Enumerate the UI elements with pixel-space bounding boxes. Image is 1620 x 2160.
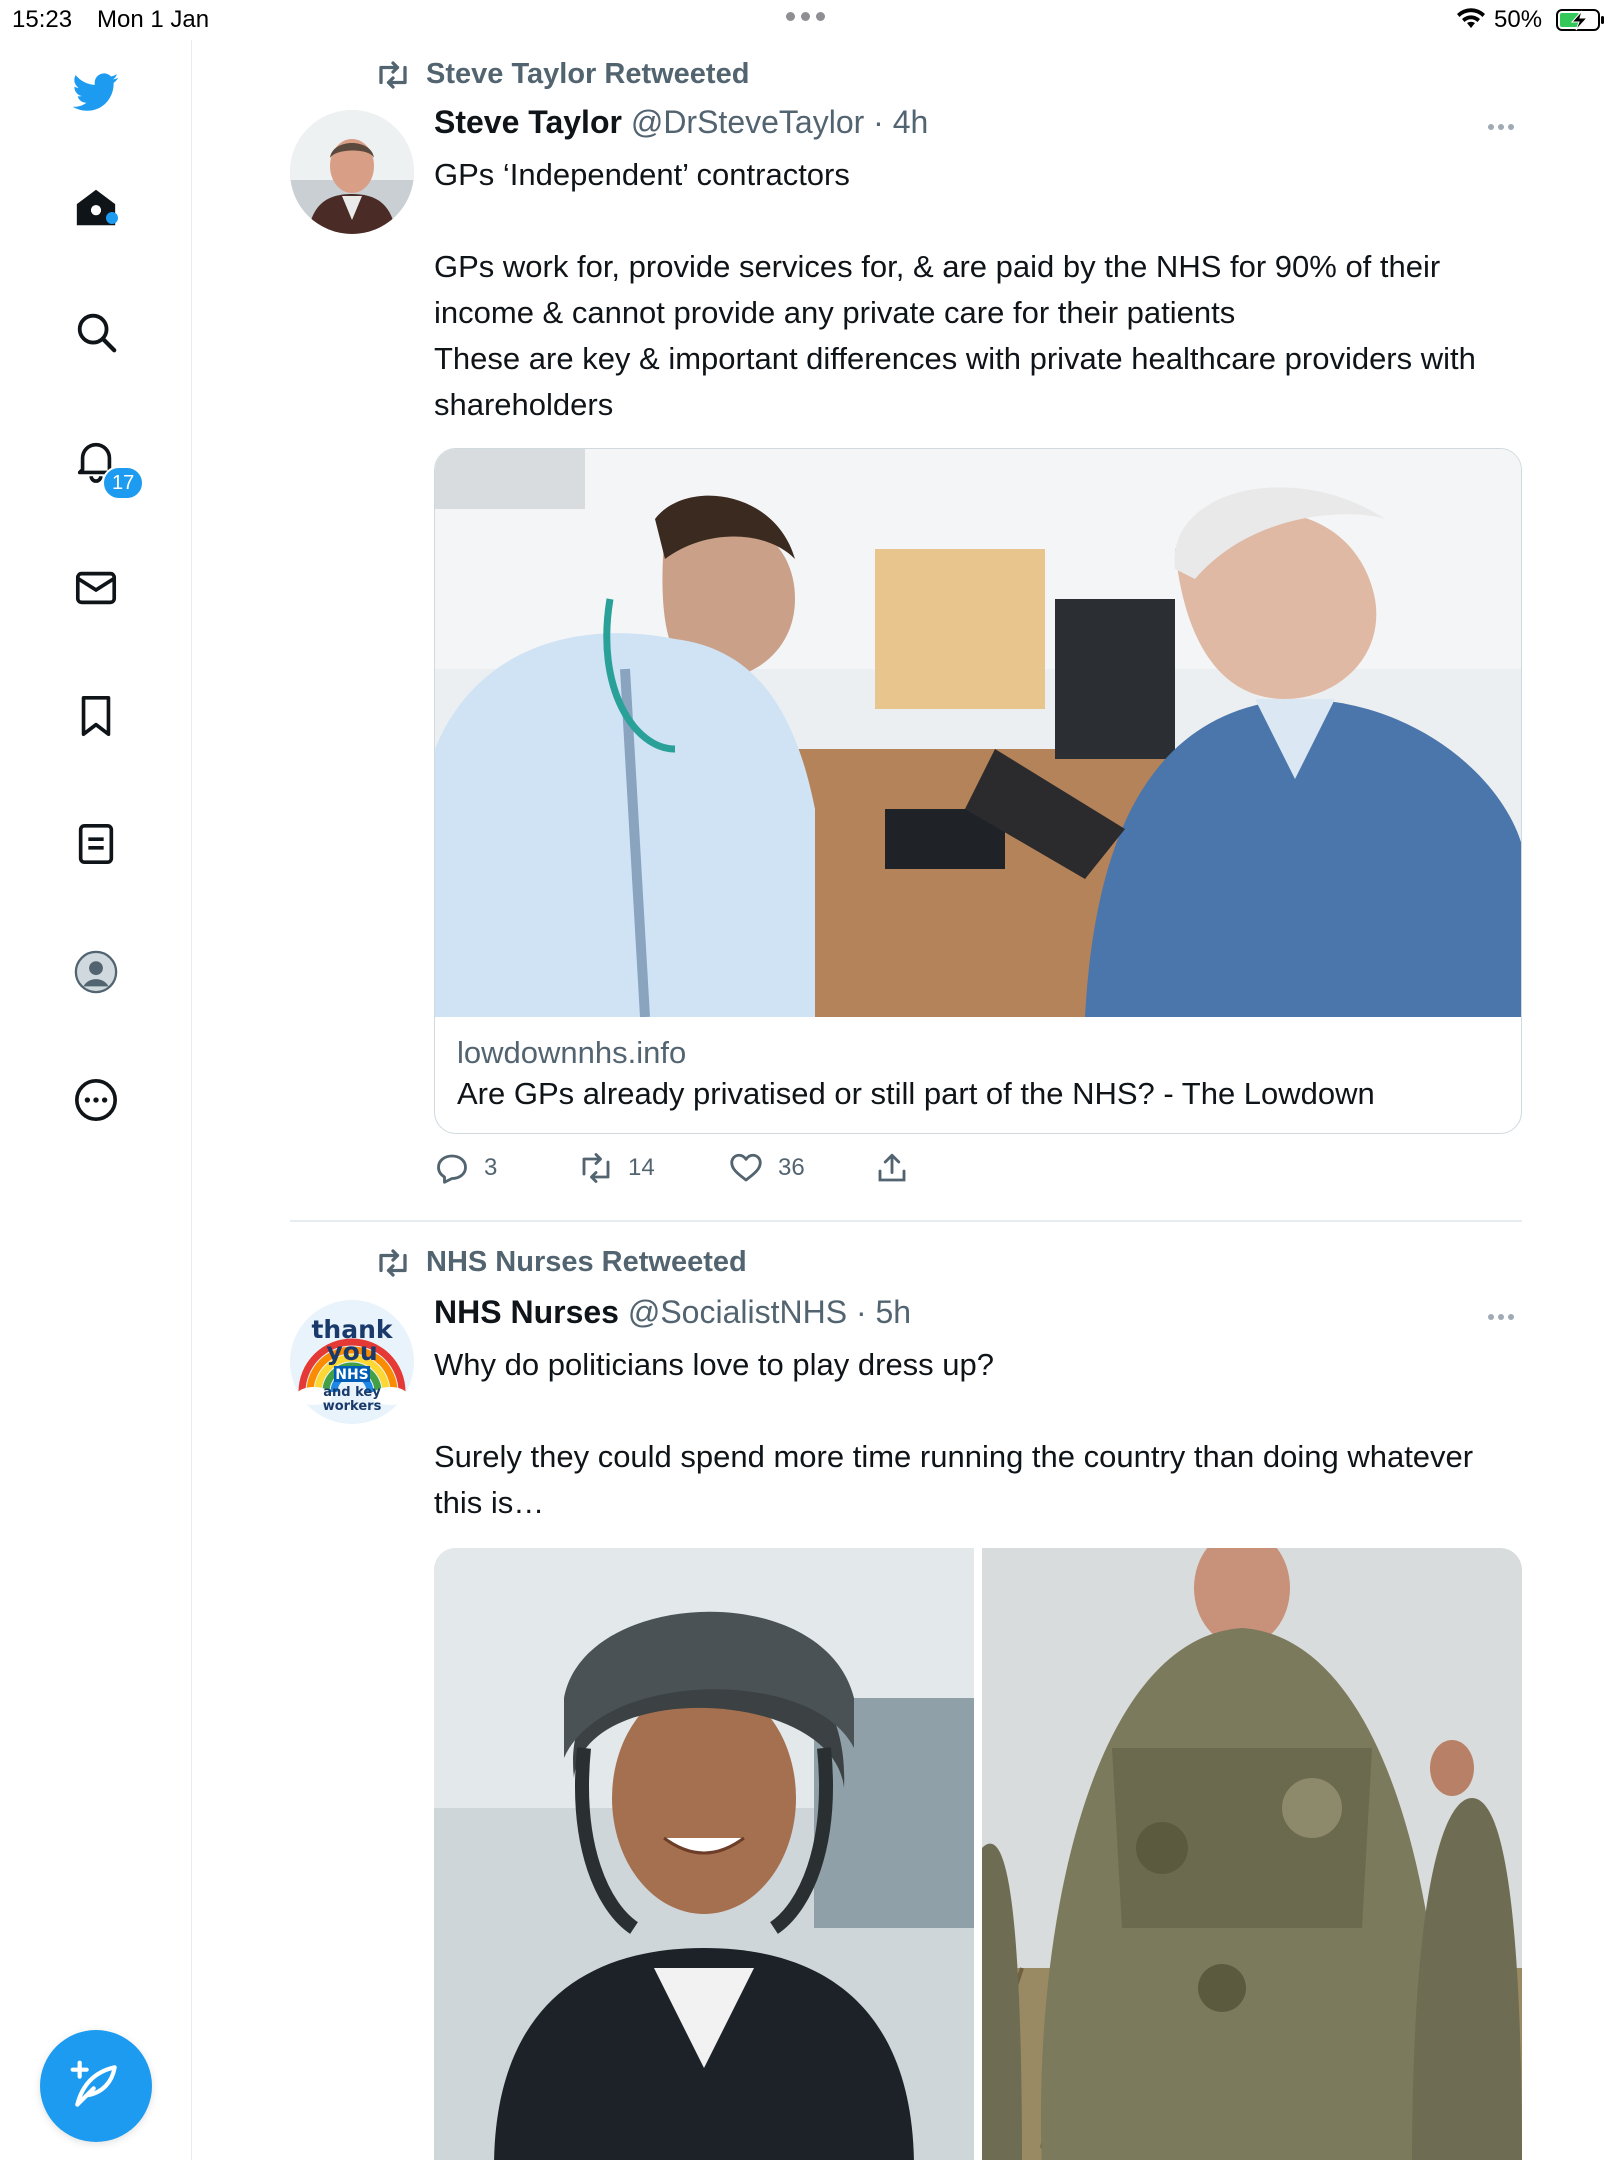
messages-icon[interactable] (66, 558, 126, 618)
tweet[interactable]: NHS Nurses Retweeted thank you NHS and k… (290, 1232, 1522, 2160)
lists-icon[interactable] (66, 814, 126, 874)
tweet-photo[interactable] (434, 1548, 974, 2160)
link-card-title: Are GPs already privatised or still part… (457, 1076, 1375, 1111)
tweet-header: NHS Nurses @SocialistNHS · 5h (434, 1294, 911, 1331)
retweet-button[interactable]: 14 (578, 1150, 655, 1186)
tweet-text: GPs ‘Independent’ contractors GPs work f… (434, 152, 1524, 428)
tweet-time[interactable]: · 4h (873, 104, 928, 140)
status-time: 15:23 (12, 6, 73, 33)
author-name[interactable]: Steve Taylor (434, 104, 622, 140)
share-button[interactable] (874, 1150, 910, 1186)
reply-button[interactable]: 3 (434, 1150, 497, 1186)
like-count: 36 (778, 1154, 805, 1181)
notifications-badge: 17 (102, 466, 145, 500)
author-handle[interactable]: @SocialistNHS (628, 1294, 847, 1330)
nhs-nurses-avatar-image: thank you NHS and key workers (290, 1300, 414, 1424)
tweet-paragraph: GPs work for, provide services for, & ar… (434, 249, 1441, 330)
battery-percent: 50% (1494, 6, 1543, 33)
retweet-count: 14 (628, 1154, 655, 1181)
home-unread-dot (106, 212, 118, 224)
retweet-icon (379, 1248, 407, 1277)
tweet-divider (290, 1220, 1522, 1222)
retweet-icon (379, 60, 407, 89)
tweet-paragraph: GPs ‘Independent’ contractors (434, 157, 850, 192)
compose-tweet-icon (70, 2060, 117, 2107)
avatar-text-line: NHS (335, 1367, 369, 1383)
tweet-paragraph (434, 1388, 1524, 1434)
avatar-text-line: workers (323, 1399, 382, 1414)
retweet-context: NHS Nurses Retweeted (374, 1246, 747, 1279)
tweet-photo[interactable] (982, 1548, 1522, 2160)
retweet-icon (582, 1153, 610, 1183)
author-handle[interactable]: @DrSteveTaylor (631, 104, 864, 140)
like-button[interactable]: 36 (728, 1150, 805, 1186)
share-icon (878, 1153, 906, 1182)
tweet-more-button[interactable] (1488, 124, 1522, 130)
reply-icon (437, 1154, 467, 1184)
profile-icon[interactable] (66, 942, 126, 1002)
home-icon[interactable] (66, 178, 126, 238)
tweet-paragraph: Why do politicians love to play dress up… (434, 1347, 995, 1382)
tweet-more-button[interactable] (1488, 1314, 1522, 1320)
tweet-paragraph: These are key & important differences wi… (434, 341, 1476, 422)
retweeted-by-label[interactable]: NHS Nurses Retweeted (426, 1246, 747, 1279)
more-icon[interactable] (66, 1070, 126, 1130)
link-card-meta: lowdownnhs.info Are GPs already privatis… (435, 1017, 1521, 1133)
link-card-image (435, 449, 1521, 1017)
retweet-context: Steve Taylor Retweeted (374, 58, 749, 91)
sidebar-nav: 17 (0, 40, 192, 2160)
author-name[interactable]: NHS Nurses (434, 1294, 619, 1330)
reply-count: 3 (484, 1154, 498, 1181)
compose-tweet-button[interactable] (40, 2030, 152, 2142)
tweet-header: Steve Taylor @DrSteveTaylor · 4h (434, 104, 928, 141)
status-date: Mon 1 Jan (97, 6, 210, 33)
tweet-time[interactable]: · 5h (856, 1294, 911, 1330)
tweet-paragraph: Surely they could spend more time runnin… (434, 1439, 1474, 1520)
bookmarks-icon[interactable] (66, 686, 126, 746)
retweeted-by-label[interactable]: Steve Taylor Retweeted (426, 58, 749, 91)
battery-charging-icon (1556, 9, 1604, 31)
wifi-icon (1457, 8, 1485, 28)
search-icon[interactable] (66, 302, 126, 362)
status-bar: 15:23 Mon 1 Jan 50% (0, 0, 1620, 40)
avatar-text-line: you (326, 1337, 377, 1366)
tweet-text: Why do politicians love to play dress up… (434, 1342, 1524, 1526)
avatar[interactable]: thank you NHS and key workers (290, 1300, 414, 1424)
tweet[interactable]: Steve Taylor Retweeted Steve Taylor @DrS… (290, 40, 1522, 1220)
steve-taylor-avatar-image (290, 110, 414, 234)
link-card-domain: lowdownnhs.info (457, 1035, 687, 1070)
tweet-photos (434, 1548, 1522, 2160)
multitasking-dots-icon[interactable] (786, 12, 825, 21)
heart-icon (730, 1153, 762, 1182)
tweet-actions: 3 14 36 (434, 1150, 1134, 1190)
avatar[interactable] (290, 110, 414, 234)
twitter-logo-icon[interactable] (66, 62, 126, 122)
tweet-paragraph (434, 198, 1524, 244)
link-card[interactable]: lowdownnhs.info Are GPs already privatis… (434, 448, 1522, 1134)
avatar-text-line: and key (323, 1385, 381, 1400)
